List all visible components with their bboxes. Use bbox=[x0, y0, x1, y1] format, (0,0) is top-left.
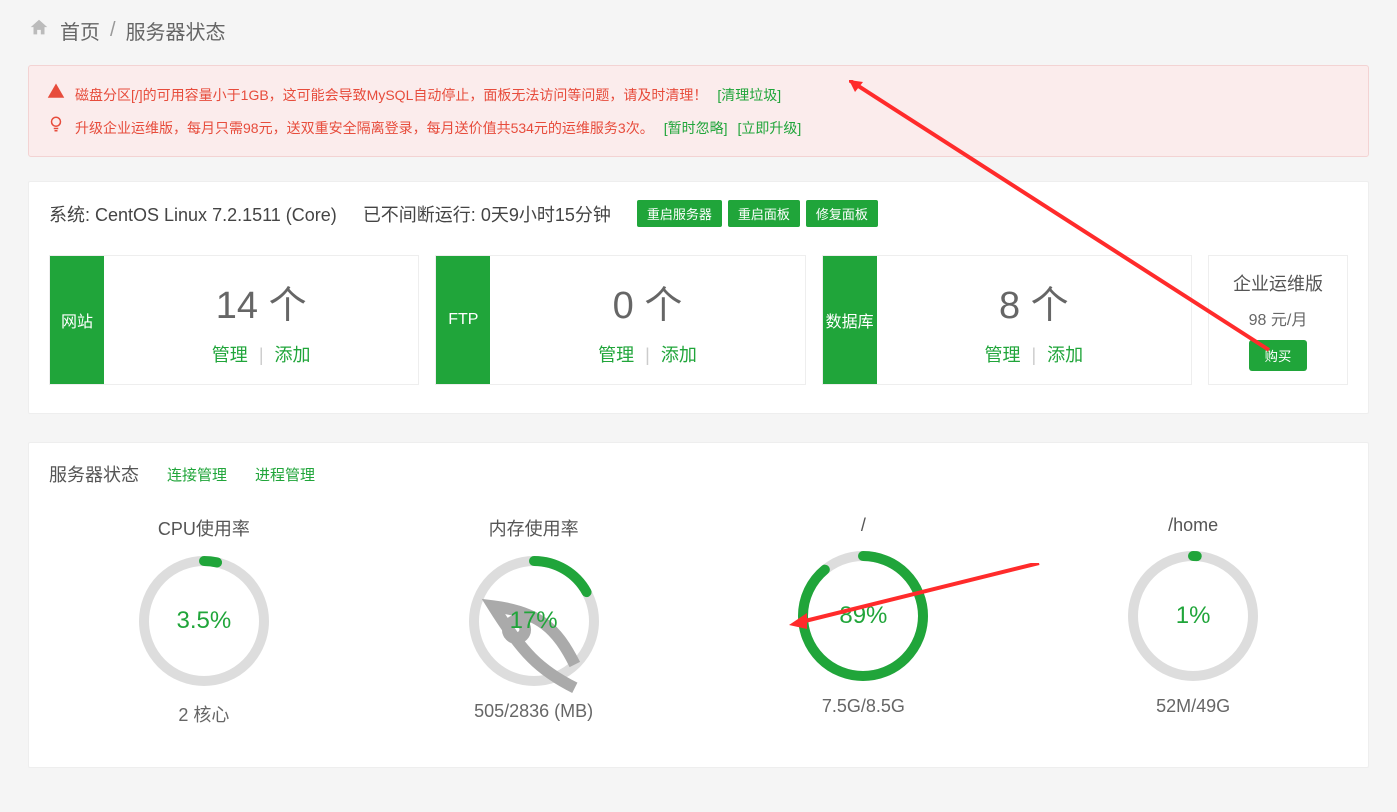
warning-icon bbox=[47, 82, 65, 107]
card-ftp: FTP 0 个 管理 | 添加 bbox=[435, 255, 805, 385]
status-heading: 服务器状态 bbox=[49, 461, 139, 487]
gauge-percent: 3.5% bbox=[134, 551, 274, 691]
sep: | bbox=[645, 345, 650, 365]
card-add-link[interactable]: 添加 bbox=[661, 345, 697, 365]
system-panel: 系统: CentOS Linux 7.2.1511 (Core) 已不间断运行:… bbox=[28, 181, 1369, 414]
enterprise-buy-button[interactable]: 购买 bbox=[1249, 340, 1308, 371]
gauge-donut: 1% bbox=[1123, 546, 1263, 686]
sep: | bbox=[1031, 345, 1036, 365]
reboot-server-button[interactable]: 重启服务器 bbox=[637, 200, 722, 227]
card-add-link[interactable]: 添加 bbox=[1047, 345, 1083, 365]
gauge-2: / 89% 7.5G/8.5G bbox=[753, 515, 973, 727]
enterprise-price: 98 元/月 bbox=[1249, 306, 1308, 330]
card-manage-link[interactable]: 管理 bbox=[212, 345, 248, 365]
gauge-1: 内存使用率 17% 505/2836 (MB) bbox=[424, 515, 644, 727]
card-count: 0 个 bbox=[613, 274, 683, 329]
card-add-link[interactable]: 添加 bbox=[275, 345, 311, 365]
gauge-sub: 52M/49G bbox=[1156, 696, 1230, 717]
gauge-title: 内存使用率 bbox=[489, 515, 579, 541]
alert-ignore-link[interactable]: [暂时忽略] bbox=[664, 116, 728, 140]
gauge-title: CPU使用率 bbox=[158, 515, 250, 541]
enterprise-title: 企业运维版 bbox=[1233, 270, 1323, 296]
gauge-0: CPU使用率 3.5% 2 核心 bbox=[94, 515, 314, 727]
gauge-donut: 89% bbox=[793, 546, 933, 686]
gauge-donut: 17% bbox=[464, 551, 604, 691]
home-icon[interactable] bbox=[28, 17, 50, 45]
gauge-title: / bbox=[861, 515, 866, 536]
gauge-percent: 89% bbox=[793, 546, 933, 686]
alert-panel: 磁盘分区[/]的可用容量小于1GB，这可能会导致MySQL自动停止，面板无法访问… bbox=[28, 65, 1369, 157]
gauge-percent: 17% bbox=[464, 551, 604, 691]
gauge-3: /home 1% 52M/49G bbox=[1083, 515, 1303, 727]
os-label: 系统: CentOS Linux 7.2.1511 (Core) bbox=[49, 201, 337, 227]
card-tab: 网站 bbox=[50, 256, 104, 384]
card-database: 数据库 8 个 管理 | 添加 bbox=[822, 255, 1192, 385]
alert-upgrade-link[interactable]: [立即升级] bbox=[738, 116, 802, 140]
card-count: 8 个 bbox=[999, 274, 1069, 329]
alert-disk-text: 磁盘分区[/]的可用容量小于1GB，这可能会导致MySQL自动停止，面板无法访问… bbox=[75, 83, 707, 107]
reboot-panel-button[interactable]: 重启面板 bbox=[728, 200, 800, 227]
card-tab: 数据库 bbox=[823, 256, 877, 384]
gauge-percent: 1% bbox=[1123, 546, 1263, 686]
breadcrumb-home[interactable]: 首页 bbox=[60, 16, 100, 45]
proc-manage-link[interactable]: 进程管理 bbox=[255, 464, 315, 485]
card-count: 14 个 bbox=[216, 274, 307, 329]
gauge-title: /home bbox=[1168, 515, 1218, 536]
gauge-sub: 7.5G/8.5G bbox=[822, 696, 905, 717]
breadcrumb-sep: / bbox=[110, 19, 116, 42]
card-website: 网站 14 个 管理 | 添加 bbox=[49, 255, 419, 385]
gauge-donut: 3.5% bbox=[134, 551, 274, 691]
gauge-sub: 2 核心 bbox=[178, 701, 229, 727]
alert-promo-text: 升级企业运维版，每月只需98元，送双重安全隔离登录，每月送价值共534元的运维服… bbox=[75, 116, 654, 140]
sep: | bbox=[259, 345, 264, 365]
status-panel: 服务器状态 连接管理 进程管理 CPU使用率 3.5% 2 核心 内存使用率 bbox=[28, 442, 1369, 768]
card-manage-link[interactable]: 管理 bbox=[984, 345, 1020, 365]
card-enterprise: 企业运维版 98 元/月 购买 bbox=[1208, 255, 1348, 385]
alert-clean-link[interactable]: [清理垃圾] bbox=[717, 83, 781, 107]
card-manage-link[interactable]: 管理 bbox=[598, 345, 634, 365]
repair-panel-button[interactable]: 修复面板 bbox=[806, 200, 878, 227]
bulb-icon bbox=[47, 115, 65, 140]
uptime-label: 已不间断运行: 0天9小时15分钟 bbox=[363, 201, 611, 227]
breadcrumb-current: 服务器状态 bbox=[126, 16, 226, 45]
breadcrumb: 首页 / 服务器状态 bbox=[28, 16, 1369, 45]
card-tab: FTP bbox=[436, 256, 490, 384]
conn-manage-link[interactable]: 连接管理 bbox=[167, 464, 227, 485]
